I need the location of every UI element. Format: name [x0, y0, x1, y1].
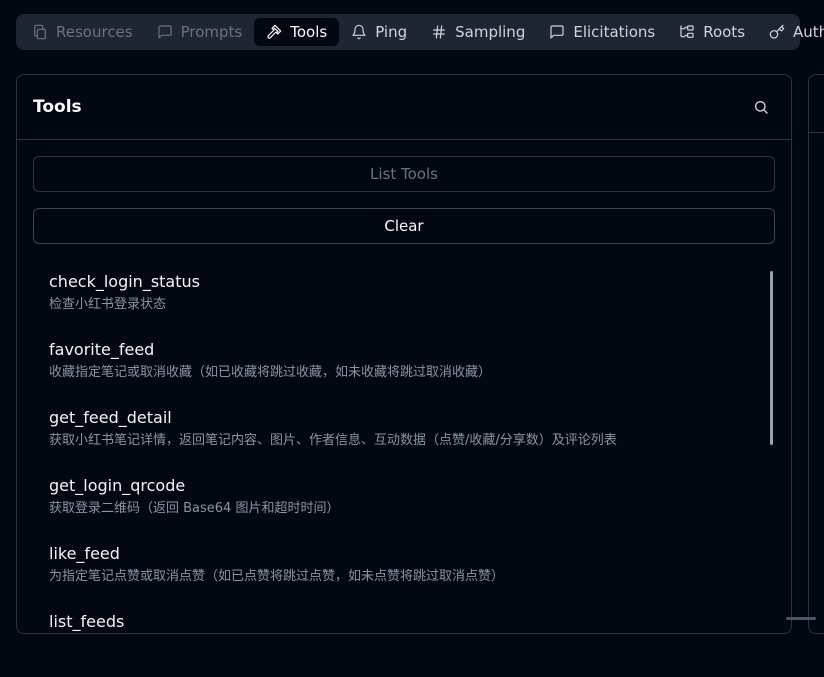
tab-roots[interactable]: Roots: [667, 18, 757, 46]
clear-button[interactable]: Clear: [33, 208, 775, 244]
bell-icon: [352, 24, 366, 40]
tool-name: list_feeds: [49, 612, 125, 631]
hammer-icon: [267, 24, 282, 39]
tab-elicitations[interactable]: Elicitations: [537, 18, 667, 46]
tab-label: Ping: [375, 23, 408, 41]
tab-bar: Resources Prompts Tools Ping Sampling El…: [16, 14, 824, 50]
tab-label: Resources: [56, 23, 133, 41]
tool-item-like-feed[interactable]: like_feed 为指定笔记点赞或取消点赞（如已点赞将跳过点赞，如未点赞将跳过…: [49, 541, 749, 609]
tab-label: Prompts: [180, 23, 243, 41]
tab-label: Sampling: [455, 23, 526, 41]
tool-name: check_login_status: [49, 272, 200, 291]
message-square-icon: [158, 25, 172, 39]
tool-description: 为指定笔记点赞或取消点赞（如已点赞将跳过点赞，如未点赞将跳过取消点赞）: [49, 569, 505, 584]
tool-description: 获取小红书笔记详情，返回笔记内容、图片、作者信息、互动数据（点赞/收藏/分享数）…: [49, 433, 617, 448]
tab-label: Roots: [703, 23, 746, 41]
tab-tools[interactable]: Tools: [254, 18, 340, 46]
detail-panel-header: [809, 75, 824, 133]
tab-label: Tools: [290, 23, 328, 41]
tool-item-check-login-status[interactable]: check_login_status 检查小红书登录状态: [49, 269, 749, 337]
tool-list: check_login_status 检查小红书登录状态 favorite_fe…: [49, 269, 749, 677]
tab-prompts[interactable]: Prompts: [145, 18, 255, 46]
tool-description: 收藏指定笔记或取消收藏（如已收藏将跳过收藏，如未收藏将跳过取消收藏）: [49, 365, 492, 380]
panel-title: Tools: [33, 97, 82, 117]
tool-item-get-feed-detail[interactable]: get_feed_detail 获取小红书笔记详情，返回笔记内容、图片、作者信息…: [49, 405, 749, 473]
tool-item-get-login-qrcode[interactable]: get_login_qrcode 获取登录二维码（返回 Base64 图片和超时…: [49, 473, 749, 541]
tool-name: like_feed: [49, 544, 120, 563]
tab-sampling[interactable]: Sampling: [419, 18, 537, 46]
files-icon: [34, 24, 46, 40]
resize-handle[interactable]: [786, 617, 816, 620]
tab-resources[interactable]: Resources: [20, 18, 145, 46]
list-tools-button[interactable]: List Tools: [33, 156, 775, 192]
key-icon: [769, 24, 785, 39]
tool-item-favorite-feed[interactable]: favorite_feed 收藏指定笔记或取消收藏（如已收藏将跳过收藏，如未收藏…: [49, 337, 749, 405]
tool-name: get_feed_detail: [49, 408, 172, 427]
tab-label: Elicitations: [573, 23, 656, 41]
tools-panel-header: Tools: [17, 75, 791, 140]
tab-ping[interactable]: Ping: [339, 18, 419, 46]
tools-panel: Tools List Tools Clear check_login_statu…: [16, 74, 792, 634]
tool-item-list-feeds[interactable]: list_feeds: [49, 609, 749, 677]
folder-tree-icon: [680, 25, 694, 38]
hash-icon: [433, 25, 446, 39]
message-square-icon: [550, 25, 564, 39]
tab-auth[interactable]: Auth: [757, 18, 824, 46]
tool-name: get_login_qrcode: [49, 476, 186, 495]
search-icon: [755, 101, 768, 114]
detail-panel: [808, 74, 824, 634]
tool-list-scrollbar[interactable]: [770, 271, 773, 445]
tab-label: Auth: [793, 23, 824, 41]
search-button[interactable]: [747, 93, 775, 121]
tool-description: 检查小红书登录状态: [49, 297, 167, 312]
tool-name: favorite_feed: [49, 340, 155, 359]
tool-description: 获取登录二维码（返回 Base64 图片和超时时间）: [49, 501, 340, 516]
